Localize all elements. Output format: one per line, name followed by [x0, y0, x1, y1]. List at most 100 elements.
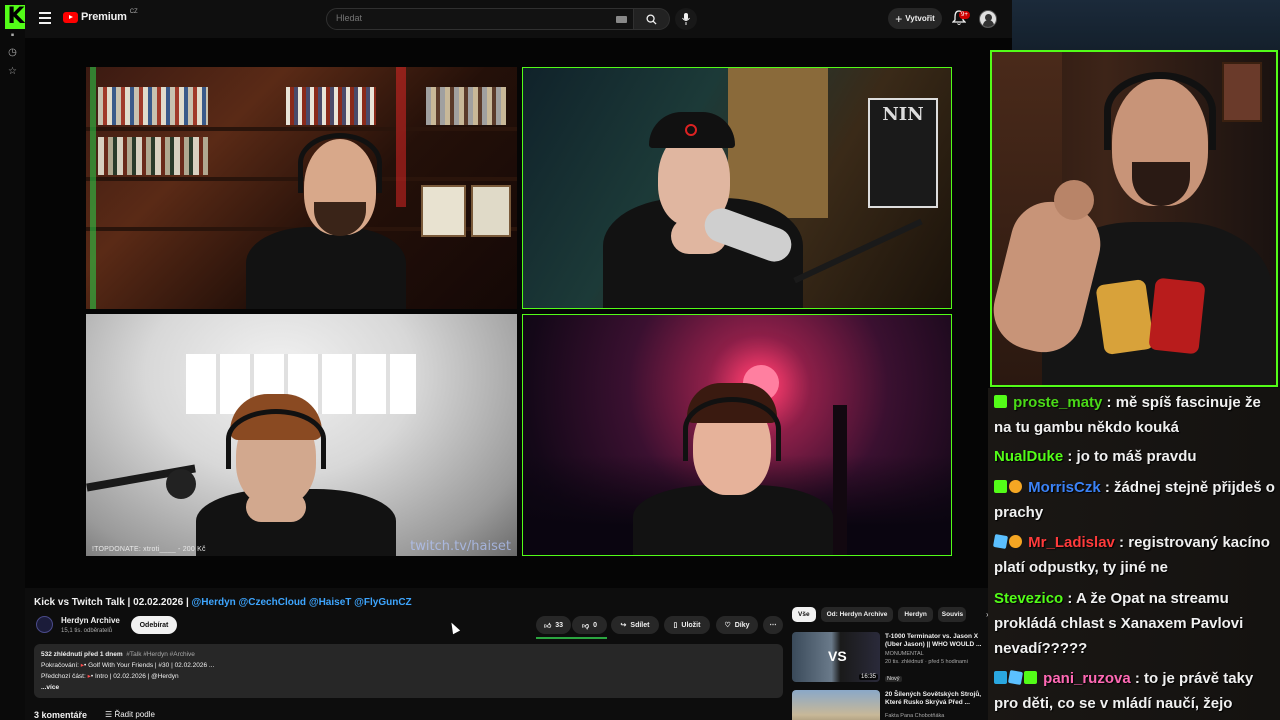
subscriber-badge-icon: [994, 480, 1007, 493]
chat-message: NualDuke : jo to máš pravdu: [994, 448, 1197, 465]
previous-line: Předchozí část: ▸• Intro | 02.02.2026 | …: [41, 671, 776, 682]
video-title: Kick vs Twitch Talk | 02.02.2026 | @Herd…: [34, 597, 412, 608]
video-description[interactable]: 532 zhlédnutí před 1 dnem #Talk #Herdyn …: [34, 644, 783, 698]
cap-logo: [685, 124, 697, 136]
sort-icon: ☰: [105, 710, 113, 719]
kick-side-rail: K ▪ ◷ ☆: [0, 0, 27, 720]
dislike-button[interactable]: 👎︎ 0: [572, 616, 607, 634]
headphones: [226, 409, 326, 469]
recommended-meta: 20 tis. zhlédnutí · před 5 hodinami: [885, 659, 968, 665]
screen: K ▪ ◷ ☆ Premium CZ + Vytvořit 9+: [0, 0, 1280, 720]
chip-all[interactable]: Vše: [792, 607, 816, 622]
chip-related[interactable]: Souvis: [937, 607, 966, 622]
keyboard-icon[interactable]: [616, 16, 627, 23]
chat-username[interactable]: Stevezico: [994, 590, 1063, 607]
kick-logo[interactable]: K: [5, 5, 27, 29]
chat-message: proste_maty : mě spíš fascinuje že na tu…: [994, 394, 1261, 436]
camera-feed-1: [86, 67, 517, 309]
search-button[interactable]: [634, 8, 670, 30]
view-stats: 532 zhlédnutí před 1 dnem: [41, 651, 123, 658]
channel-name[interactable]: Herdyn Archive: [61, 616, 120, 625]
chat-username[interactable]: NualDuke: [994, 448, 1063, 465]
recommended-thumbnail[interactable]: VS 16:35: [792, 632, 880, 682]
chat-username[interactable]: MorrisCzk: [1028, 479, 1101, 496]
mouse-cursor-icon: [447, 620, 461, 635]
chip-herdyn[interactable]: Herdyn: [898, 607, 933, 622]
gift-badge-icon: [1009, 480, 1022, 493]
create-button[interactable]: + Vytvořit: [888, 8, 942, 29]
like-button[interactable]: 👍︎ 33: [536, 616, 571, 634]
clasped-hands: [246, 492, 306, 522]
chip-from-channel[interactable]: Od: Herdyn Archive: [820, 607, 894, 622]
comments-header: 3 komentáře ☰ Řadit podle: [34, 710, 155, 720]
books: [98, 87, 208, 125]
clock-icon[interactable]: ◷: [7, 47, 18, 58]
youtube-logo[interactable]: Premium CZ: [63, 9, 138, 23]
recommended-video[interactable]: 20 Šílených Sovětských Strojů, Které Rus…: [792, 690, 990, 720]
account-avatar[interactable]: [979, 10, 997, 28]
streamer-hand: [1054, 180, 1094, 220]
thanks-button[interactable]: ♡ Díky: [716, 616, 758, 634]
like-ratio-bar: [536, 637, 607, 639]
menu-icon[interactable]: [39, 12, 51, 24]
recommendation-filter-chips: Vše Od: Herdyn Archive Herdyn Souvis: [792, 607, 966, 622]
video-player[interactable]: NIN !TOPDONATE: xtroti____ - 200 Kč twit…: [25, 38, 1012, 588]
headphones: [1104, 72, 1216, 150]
headphones: [683, 397, 781, 461]
voice-search-button[interactable]: [675, 8, 697, 30]
channel-watermark: twitch.tv/haiset: [410, 539, 511, 554]
share-button[interactable]: ↪ Sdílet: [611, 616, 659, 634]
headphones: [298, 133, 382, 193]
recommended-channel[interactable]: MONUMENTAL: [885, 650, 989, 658]
subscriber-badge-icon: [994, 395, 1007, 408]
mic-boom-arm: [793, 218, 923, 284]
video-duration: 16:35: [858, 674, 878, 680]
super-thanks-icon: ♡: [724, 622, 731, 629]
youtube-country-code: CZ: [129, 9, 138, 15]
continuation-link[interactable]: • Golf With Your Friends | #30 | 02.02.2…: [84, 662, 214, 669]
moderator-badge-icon: [994, 671, 1007, 684]
chat-username[interactable]: proste_maty: [1013, 394, 1102, 411]
books: [286, 87, 376, 125]
subscribe-button[interactable]: Odebírat: [131, 616, 177, 634]
channel-avatar[interactable]: [36, 616, 53, 633]
wall-frame: [1222, 62, 1262, 122]
recommended-channel[interactable]: Fakta Pana Chobotňáka: [885, 712, 989, 720]
search-box[interactable]: [326, 8, 634, 30]
like-count: 33: [555, 621, 564, 629]
recommended-thumbnail[interactable]: [792, 690, 880, 720]
more-actions-button[interactable]: ⋯: [763, 616, 783, 634]
framed-art: [471, 185, 511, 237]
recommended-title[interactable]: 20 Šílených Sovětských Strojů, Které Rus…: [885, 691, 989, 707]
search-input[interactable]: [336, 13, 576, 23]
chat-message: Mr_Ladislav : registrovaný kacíno platí …: [992, 533, 1270, 576]
subscriber-badge-icon: [1024, 671, 1037, 684]
sort-comments-button[interactable]: ☰ Řadit podle: [105, 710, 155, 720]
camera-feed-3: !TOPDONATE: xtroti____ - 200 Kč twitch.t…: [86, 314, 517, 556]
previous-link[interactable]: • Intro | 02.02.2026 | @Herdyn: [91, 673, 179, 680]
show-more-link[interactable]: ...více: [41, 682, 776, 693]
save-label: Uložit: [681, 621, 701, 629]
create-label: Vytvořit: [905, 14, 935, 23]
camera-feed-2: NIN: [522, 67, 952, 309]
youtube-play-icon: [63, 11, 78, 23]
save-button[interactable]: ▯ Uložit: [664, 616, 710, 634]
chat-username[interactable]: pani_ruzova: [1043, 670, 1131, 687]
home-icon[interactable]: ▪: [7, 30, 18, 41]
led-strip: [396, 67, 406, 207]
framed-art: [421, 185, 466, 237]
recommended-title[interactable]: T-1000 Terminator vs. Jason X (Uber Jaso…: [885, 633, 989, 649]
chat-username[interactable]: Mr_Ladislav: [1028, 534, 1115, 551]
previous-label: Předchozí část:: [41, 673, 86, 680]
chat-message: pani_ruzova : to je právě taky pro děti,…: [994, 669, 1254, 712]
video-title-mentions[interactable]: @Herdyn @CzechCloud @HaiseT @FlyGunCZ: [192, 597, 412, 608]
star-icon[interactable]: ☆: [7, 66, 18, 77]
share-icon: ↪: [620, 622, 627, 629]
bookshelf: [86, 127, 517, 131]
hashtags[interactable]: #Talk #Herdyn #Archive: [126, 651, 195, 658]
recommended-video[interactable]: VS 16:35 T-1000 Terminator vs. Jason X (…: [792, 632, 990, 684]
comments-count: 3 komentáře: [34, 710, 88, 720]
led-strip: [90, 67, 96, 309]
new-badge: Nový: [885, 676, 902, 682]
door: [728, 68, 828, 218]
